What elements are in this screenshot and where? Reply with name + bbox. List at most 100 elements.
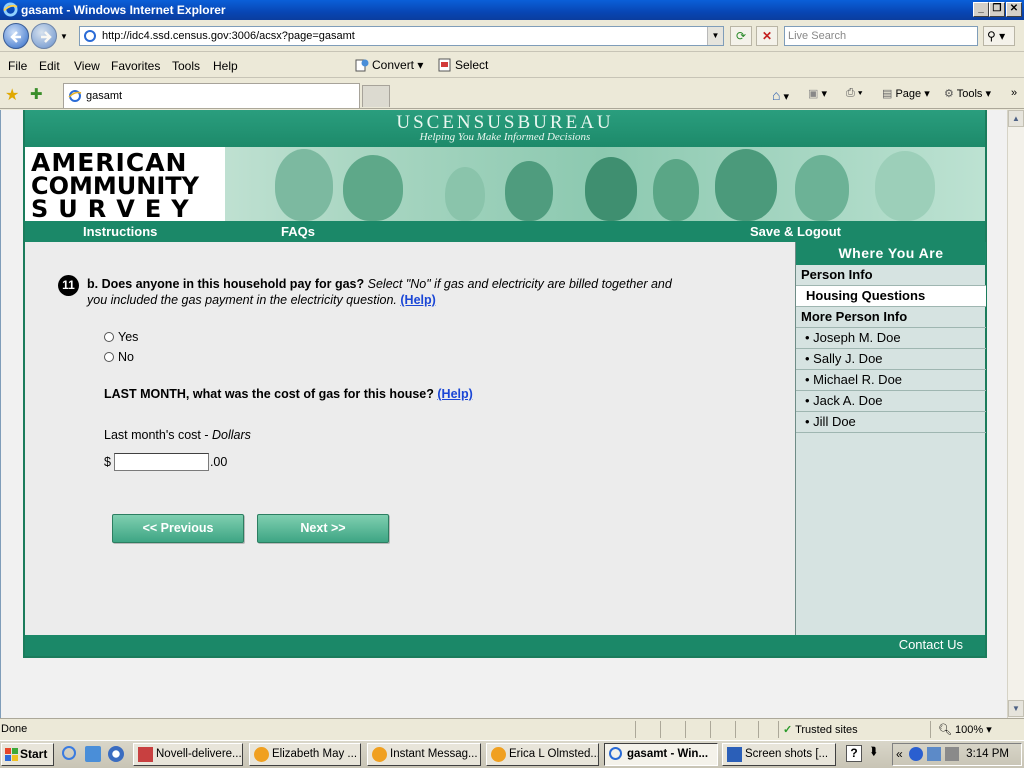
status-pane (758, 721, 759, 738)
tray-display-icon[interactable] (927, 747, 941, 761)
add-favorites-icon[interactable]: ✚ (30, 85, 43, 103)
quicklaunch-desktop-icon[interactable] (85, 746, 101, 762)
zoom-icon: 🔍︎ (938, 724, 952, 736)
rss-icon: ▣ (808, 88, 819, 100)
cost-input[interactable] (113, 453, 209, 471)
sidebar-person-item[interactable]: • Jill Doe (796, 412, 986, 433)
option-yes[interactable]: Yes (104, 330, 138, 344)
menu-tools[interactable]: Tools (172, 59, 200, 73)
status-text: Done (1, 723, 28, 735)
question-help-link[interactable]: (Help) (400, 293, 435, 307)
minimize-button[interactable]: _ (973, 2, 989, 17)
taskbar-item-active[interactable]: gasamt - Win... (604, 743, 718, 766)
taskbar-item[interactable]: Erica L Olmsted... (486, 743, 599, 766)
history-dropdown-icon[interactable]: ▼ (60, 32, 68, 41)
sidebar-more-person-info[interactable]: More Person Info (796, 307, 986, 328)
tray-device-icon[interactable] (945, 747, 959, 761)
hero-photo-person (875, 151, 935, 221)
checkmark-icon: ✓ (783, 724, 793, 736)
sidebar-person-item[interactable]: • Michael R. Doe (796, 370, 986, 391)
question-prompt: Does anyone in this household pay for ga… (101, 277, 365, 291)
refresh-button[interactable]: ⟳ (730, 26, 752, 46)
convert-button[interactable]: Convert ▾ (355, 58, 423, 72)
vertical-scrollbar[interactable]: ▲ ▼ (1007, 110, 1024, 718)
taskbar-item[interactable]: Novell-delivere... (133, 743, 243, 766)
acs-logo: AMERICAN COMMUNITY SURVEY (25, 147, 225, 221)
scroll-up-icon[interactable]: ▲ (1008, 110, 1024, 127)
home-icon: ⌂ (772, 87, 781, 103)
close-window-button[interactable]: ✕ (1006, 2, 1022, 17)
sidebar-person-item[interactable]: • Jack A. Doe (796, 391, 986, 412)
taskbar-item[interactable]: Screen shots [... (722, 743, 836, 766)
forward-button[interactable] (31, 23, 57, 49)
radio-yes[interactable] (104, 332, 114, 342)
language-bar-icon[interactable]: ⮯ (870, 746, 877, 759)
windows-flag-icon (5, 748, 18, 761)
taskbar-item[interactable]: Instant Messag... (367, 743, 481, 766)
address-dropdown-icon[interactable]: ▼ (707, 27, 723, 45)
tools-menu[interactable]: ⚙ Tools ▾ (944, 87, 991, 100)
sidebar-person-item[interactable]: • Joseph M. Doe (796, 328, 986, 349)
menu-file[interactable]: File (8, 59, 27, 73)
menu-help[interactable]: Help (213, 59, 238, 73)
taskbar-item[interactable]: Elizabeth May ... (249, 743, 361, 766)
tab-gasamt[interactable]: gasamt (63, 83, 360, 108)
maximize-button[interactable]: ❐ (989, 2, 1005, 17)
favorites-star-icon[interactable]: ★ (5, 85, 19, 105)
taskbar-item-label: Screen shots [... (745, 748, 829, 760)
tray-expand-icon[interactable]: « (896, 747, 903, 761)
previous-button[interactable]: << Previous (112, 514, 244, 543)
start-button[interactable]: Start (1, 743, 54, 766)
search-button[interactable]: ⚲ ▾ (983, 26, 1015, 46)
radio-no[interactable] (104, 352, 114, 362)
page-menu[interactable]: ▤ Page ▾ (882, 87, 930, 100)
acs-site: USCENSUSBUREAU Helping You Make Informed… (23, 110, 987, 658)
option-yes-label: Yes (118, 330, 139, 344)
gear-icon: ⚙ (944, 88, 954, 100)
question-panel: 11 b. Does anyone in this household pay … (25, 242, 795, 635)
status-pane (685, 721, 686, 738)
back-button[interactable] (3, 23, 29, 49)
more-commands-icon[interactable]: » (1011, 87, 1017, 99)
ie-logo-icon (3, 2, 18, 17)
new-tab-button[interactable] (362, 85, 390, 107)
back-arrow-icon (10, 31, 21, 43)
address-field[interactable]: http://idc4.ssd.census.gov:3006/acsx?pag… (79, 26, 724, 46)
messenger-icon (372, 747, 387, 762)
hero-photo-person (275, 149, 333, 221)
quicklaunch-ie-icon[interactable] (62, 746, 76, 760)
taskbar-item-label: gasamt - Win... (627, 748, 709, 760)
nav-save-logout-link[interactable]: Save & Logout (750, 224, 841, 239)
tab-title: gasamt (86, 90, 123, 102)
option-no[interactable]: No (104, 350, 134, 364)
home-button[interactable]: ⌂ ▾ (772, 87, 789, 103)
ie-icon (609, 747, 622, 760)
help-icon[interactable]: ? (846, 745, 862, 762)
convert-pdf-icon (355, 59, 369, 72)
stop-button[interactable]: ✕ (756, 26, 778, 46)
next-button[interactable]: Next >> (257, 514, 389, 543)
quicklaunch-media-player-icon[interactable] (108, 746, 124, 762)
select-button[interactable]: Select (438, 58, 488, 72)
currency-symbol: $ (104, 455, 111, 469)
search-input[interactable]: Live Search (784, 26, 978, 46)
sidebar-housing-questions[interactable]: Housing Questions (796, 286, 986, 307)
contact-us-link[interactable]: Contact Us (899, 637, 963, 652)
tray-network-icon[interactable] (909, 747, 923, 761)
scroll-down-icon[interactable]: ▼ (1008, 700, 1024, 717)
cost-help-link[interactable]: (Help) (437, 387, 472, 401)
print-button[interactable]: ⎙ ▾ (846, 87, 863, 100)
status-pane (660, 721, 661, 738)
taskbar-item-label: Novell-delivere... (156, 748, 242, 760)
nav-faqs-link[interactable]: FAQs (281, 224, 315, 239)
zoom-control[interactable]: 🔍︎ 100% ▾ (938, 723, 992, 736)
feeds-button[interactable]: ▣ ▾ (808, 87, 827, 100)
sidebar-person-info[interactable]: Person Info (796, 265, 986, 286)
menu-view[interactable]: View (74, 59, 100, 73)
security-zone[interactable]: ✓ Trusted sites (783, 723, 858, 736)
menu-favorites[interactable]: Favorites (111, 59, 160, 73)
menu-edit[interactable]: Edit (39, 59, 60, 73)
sidebar-person-item[interactable]: • Sally J. Doe (796, 349, 986, 370)
taskbar-item-label: Instant Messag... (390, 748, 478, 760)
nav-instructions-link[interactable]: Instructions (83, 224, 157, 239)
